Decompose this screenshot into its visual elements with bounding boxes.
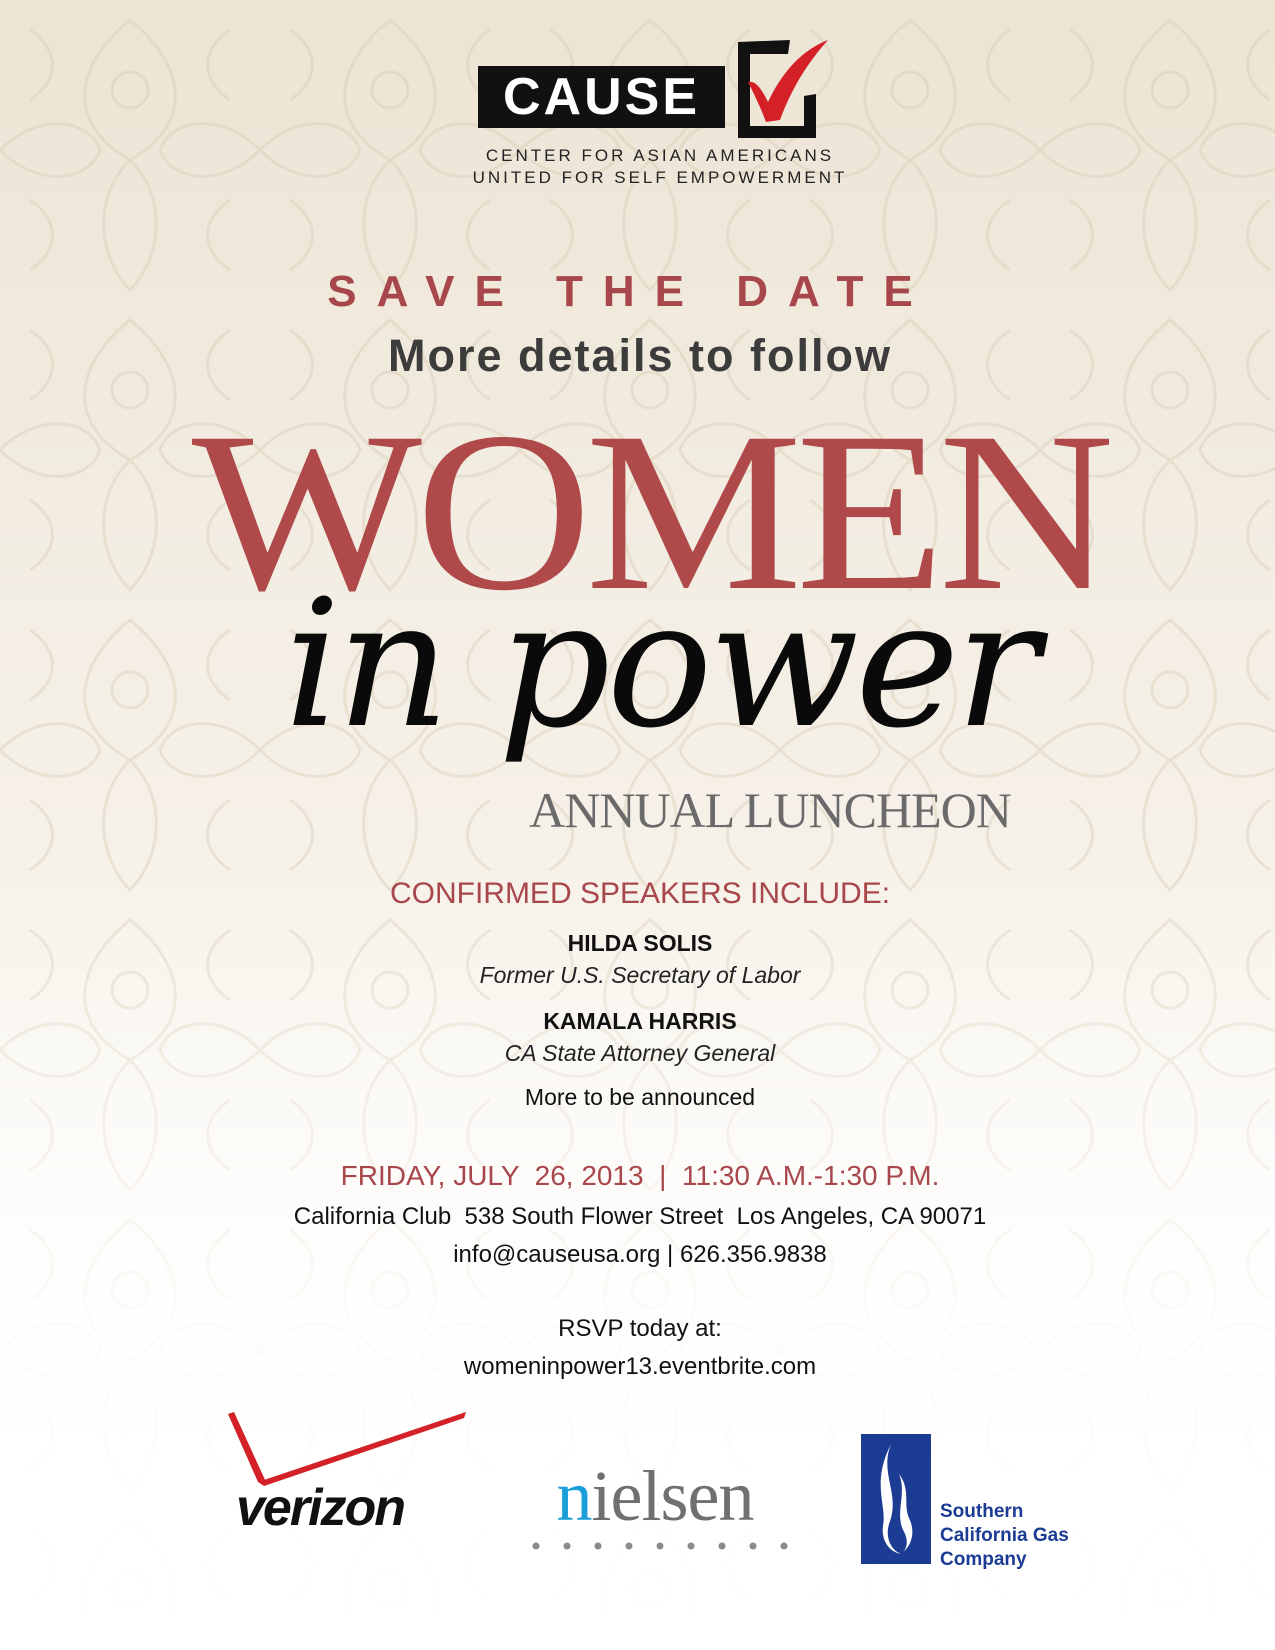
- more-announced-text: More to be announced: [524, 1084, 756, 1110]
- speakers-heading: CONFIRMED SPEAKERS INCLUDE:: [389, 877, 891, 910]
- event-venue: California Club 538 South Flower Street …: [293, 1203, 987, 1230]
- socalgas-flame-logo: [861, 1434, 931, 1564]
- speaker-title: CA State Attorney General: [504, 1040, 776, 1066]
- socalgas-logo-text: Southern California Gas Company: [940, 1501, 1069, 1570]
- flame-icon: [880, 1444, 913, 1554]
- details-subtitle: More details to follow: [387, 330, 893, 381]
- flyer-page: CAUSE CENTER FOR ASIAN AMERICANS UNITED …: [0, 0, 1275, 1650]
- event-contact: info@causeusa.org | 626.356.9838: [453, 1241, 827, 1268]
- rsvp-label: RSVP today at:: [558, 1315, 722, 1342]
- speaker-name: KAMALA HARRIS: [543, 1008, 737, 1034]
- nielsen-logo: nielsen: [520, 1456, 790, 1536]
- speaker-title: Former U.S. Secretary of Labor: [479, 962, 801, 988]
- verizon-logo: verizon: [236, 1479, 406, 1537]
- rsvp-link[interactable]: womeninpower13.eventbrite.com: [340, 1350, 940, 1384]
- org-name-line2: UNITED FOR SELF EMPOWERMENT: [472, 168, 848, 187]
- nielsen-dots-icon: [532, 1542, 788, 1550]
- event-datetime: FRIDAY, JULY 26, 2013 | 11:30 A.M.-1:30 …: [340, 1160, 940, 1191]
- annual-luncheon-label: ANNUAL LUNCHEON: [529, 782, 1012, 838]
- speaker-name: HILDA SOLIS: [567, 930, 713, 956]
- save-the-date-heading: SAVE THE DATE: [327, 267, 933, 316]
- cause-checkmark-icon: [738, 40, 828, 138]
- title-in-power: in power: [284, 562, 1039, 767]
- nielsen-logo-rest: ielsen: [591, 1456, 755, 1536]
- nielsen-logo-n: n: [556, 1456, 593, 1536]
- org-name-line1: CENTER FOR ASIAN AMERICANS: [485, 146, 835, 165]
- cause-logo-wordmark: CAUSE: [478, 66, 725, 128]
